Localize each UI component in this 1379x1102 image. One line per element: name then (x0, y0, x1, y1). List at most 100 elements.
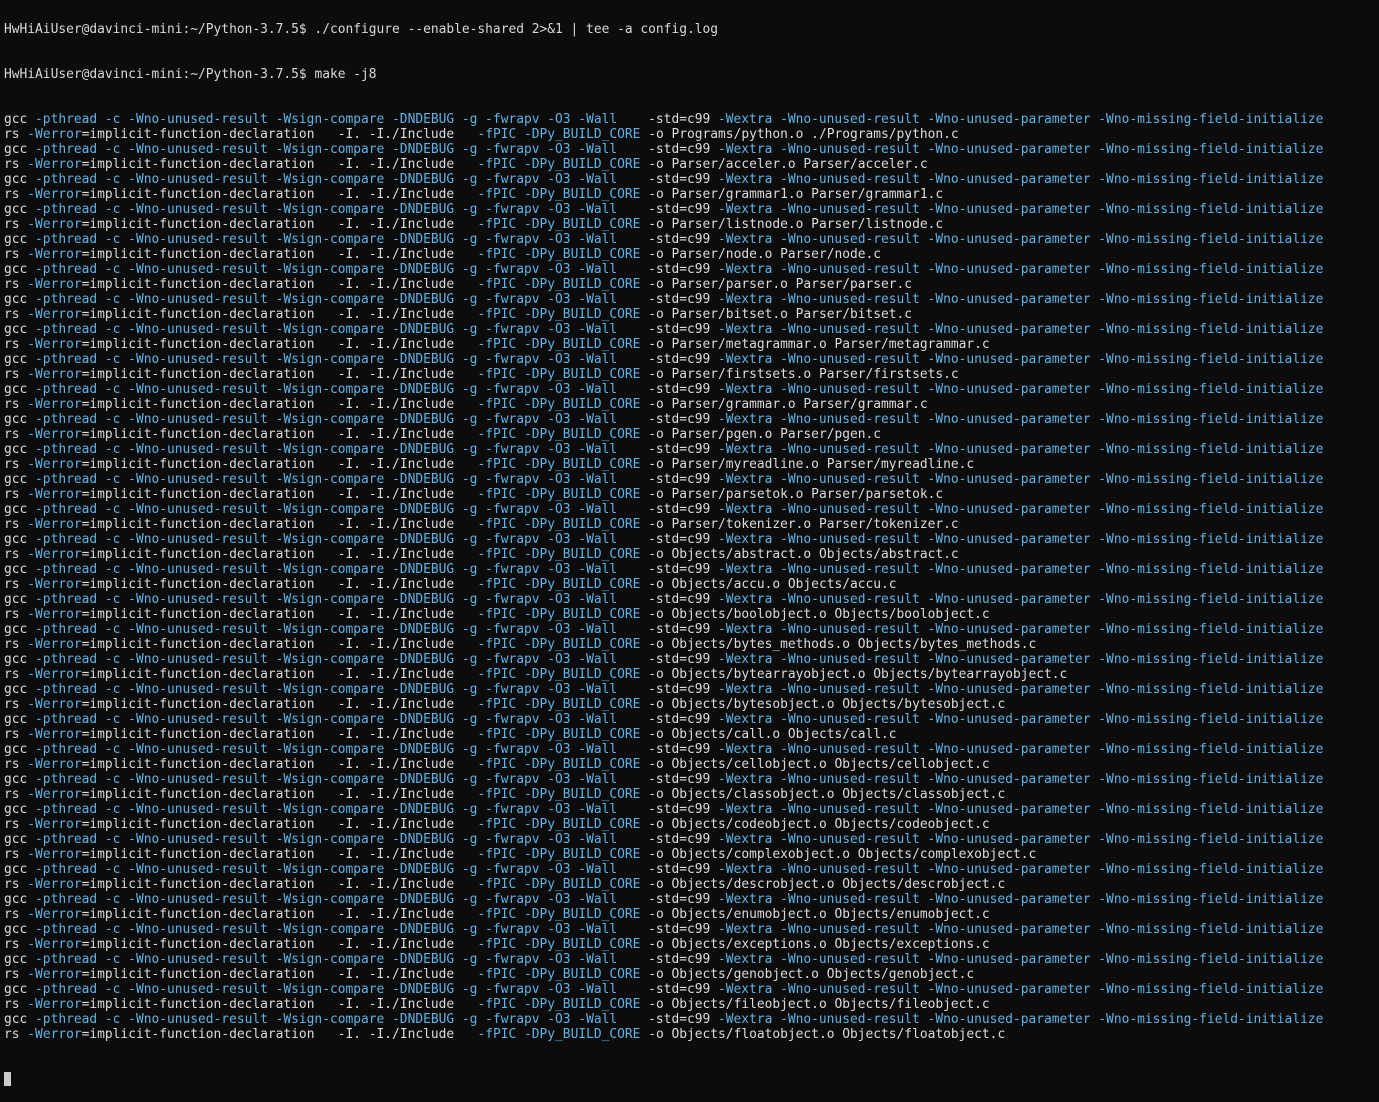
compiler-flags: -Werror (27, 367, 82, 382)
compiler-flags: -Wextra -Wno-unused-result -Wno-unused-p… (718, 442, 1324, 457)
compiler-text: gcc (4, 832, 36, 847)
compiler-text: -std=c99 (648, 472, 719, 487)
gcc-command-line: gcc -pthread -c -Wno-unused-result -Wsig… (4, 892, 1379, 907)
compiler-flags: -Wextra -Wno-unused-result -Wno-unused-p… (718, 772, 1324, 787)
terminal-window[interactable]: HwHiAiUser@davinci-mini:~/Python-3.7.5$ … (4, 0, 1379, 1102)
compiler-text: -std=c99 (648, 952, 719, 967)
compiler-text: -o (648, 937, 672, 952)
gcc-command-continuation: rs -Werror=implicit-function-declaration… (4, 667, 1379, 682)
compile-target: Parser/parser.o Parser/parser.c (671, 277, 913, 292)
compiler-flags: -pthread -c -Wno-unused-result -Wsign-co… (35, 1012, 649, 1027)
compiler-text: =implicit-function-declaration -I. -I./I… (81, 727, 478, 742)
gcc-command-line: gcc -pthread -c -Wno-unused-result -Wsig… (4, 772, 1379, 787)
gcc-command-continuation: rs -Werror=implicit-function-declaration… (4, 607, 1379, 622)
compiler-text: =implicit-function-declaration -I. -I./I… (81, 307, 478, 322)
compile-target: Parser/myreadline.o Parser/myreadline.c (671, 457, 975, 472)
compiler-flags: -Werror (27, 757, 82, 772)
compiler-text: =implicit-function-declaration -I. -I./I… (81, 877, 478, 892)
gcc-command-line: gcc -pthread -c -Wno-unused-result -Wsig… (4, 622, 1379, 637)
compiler-text: rs (4, 667, 28, 682)
compiler-text: -std=c99 (648, 862, 719, 877)
compiler-flags: -pthread -c -Wno-unused-result -Wsign-co… (35, 562, 649, 577)
compiler-text: rs (4, 967, 28, 982)
compiler-flags: -pthread -c -Wno-unused-result -Wsign-co… (35, 322, 649, 337)
compile-target: Objects/genobject.o Objects/genobject.c (671, 967, 975, 982)
compiler-text: -std=c99 (648, 802, 719, 817)
gcc-command-line: gcc -pthread -c -Wno-unused-result -Wsig… (4, 502, 1379, 517)
compiler-flags: -Werror (27, 307, 82, 322)
compiler-text: gcc (4, 892, 36, 907)
compiler-text: =implicit-function-declaration -I. -I./I… (81, 187, 478, 202)
compiler-flags: -pthread -c -Wno-unused-result -Wsign-co… (35, 982, 649, 997)
compiler-text: -o (648, 967, 672, 982)
compiler-flags: -pthread -c -Wno-unused-result -Wsign-co… (35, 412, 649, 427)
compiler-flags: -Wextra -Wno-unused-result -Wno-unused-p… (718, 682, 1324, 697)
compiler-flags: -Werror (27, 607, 82, 622)
compiler-text: rs (4, 487, 28, 502)
compiler-flags: -Wextra -Wno-unused-result -Wno-unused-p… (718, 502, 1324, 517)
compiler-flags: -fPIC -DPy_BUILD_CORE (477, 787, 649, 802)
compiler-text: gcc (4, 952, 36, 967)
compiler-text: rs (4, 607, 28, 622)
compiler-text: -o (648, 727, 672, 742)
compile-target: Parser/acceler.o Parser/acceler.c (671, 157, 928, 172)
compiler-text: rs (4, 757, 28, 772)
gcc-command-line: gcc -pthread -c -Wno-unused-result -Wsig… (4, 1012, 1379, 1027)
compiler-text: -o (648, 307, 672, 322)
compiler-flags: -Wextra -Wno-unused-result -Wno-unused-p… (718, 232, 1324, 247)
compiler-flags: -pthread -c -Wno-unused-result -Wsign-co… (35, 742, 649, 757)
compiler-text: -std=c99 (648, 712, 719, 727)
gcc-command-continuation: rs -Werror=implicit-function-declaration… (4, 307, 1379, 322)
compiler-text: rs (4, 637, 28, 652)
gcc-command-continuation: rs -Werror=implicit-function-declaration… (4, 427, 1379, 442)
compiler-flags: -Werror (27, 517, 82, 532)
compiler-text: -o (648, 157, 672, 172)
compiler-text: =implicit-function-declaration -I. -I./I… (81, 217, 478, 232)
compiler-flags: -Wextra -Wno-unused-result -Wno-unused-p… (718, 622, 1324, 637)
compiler-text: -std=c99 (648, 742, 719, 757)
compiler-flags: -Wextra -Wno-unused-result -Wno-unused-p… (718, 832, 1324, 847)
compiler-text: -std=c99 (648, 1012, 719, 1027)
gcc-command-line: gcc -pthread -c -Wno-unused-result -Wsig… (4, 112, 1379, 127)
compiler-text: gcc (4, 982, 36, 997)
compiler-text: -std=c99 (648, 562, 719, 577)
compiler-text: -std=c99 (648, 502, 719, 517)
compiler-text: -o (648, 427, 672, 442)
compiler-text: rs (4, 937, 28, 952)
compiler-flags: -pthread -c -Wno-unused-result -Wsign-co… (35, 952, 649, 967)
compiler-flags: -Werror (27, 877, 82, 892)
compiler-flags: -pthread -c -Wno-unused-result -Wsign-co… (35, 862, 649, 877)
compiler-text: -std=c99 (648, 202, 719, 217)
compiler-flags: -Wextra -Wno-unused-result -Wno-unused-p… (718, 472, 1324, 487)
compile-target: Objects/bytes_methods.o Objects/bytes_me… (671, 637, 1037, 652)
gcc-command-continuation: rs -Werror=implicit-function-declaration… (4, 1027, 1379, 1042)
compiler-text: -o (648, 667, 672, 682)
compiler-flags: -Wextra -Wno-unused-result -Wno-unused-p… (718, 262, 1324, 277)
compiler-text: =implicit-function-declaration -I. -I./I… (81, 607, 478, 622)
compiler-text: -o (648, 607, 672, 622)
compiler-flags: -Wextra -Wno-unused-result -Wno-unused-p… (718, 742, 1324, 757)
compiler-flags: -Werror (27, 727, 82, 742)
compiler-text: gcc (4, 262, 36, 277)
compiler-flags: -Wextra -Wno-unused-result -Wno-unused-p… (718, 172, 1324, 187)
compiler-text: gcc (4, 472, 36, 487)
gcc-command-continuation: rs -Werror=implicit-function-declaration… (4, 157, 1379, 172)
compiler-text: -o (648, 547, 672, 562)
compiler-text: rs (4, 997, 28, 1012)
compiler-flags: -Werror (27, 247, 82, 262)
compiler-text: rs (4, 547, 28, 562)
compiler-flags: -fPIC -DPy_BUILD_CORE (477, 487, 649, 502)
compiler-text: -std=c99 (648, 172, 719, 187)
compiler-text: -o (648, 487, 672, 502)
gcc-command-continuation: rs -Werror=implicit-function-declaration… (4, 877, 1379, 892)
gcc-command-continuation: rs -Werror=implicit-function-declaration… (4, 817, 1379, 832)
compiler-text: rs (4, 217, 28, 232)
compiler-flags: -Werror (27, 337, 82, 352)
compiler-flags: -fPIC -DPy_BUILD_CORE (477, 1027, 649, 1042)
compiler-flags: -fPIC -DPy_BUILD_CORE (477, 217, 649, 232)
gcc-command-line: gcc -pthread -c -Wno-unused-result -Wsig… (4, 922, 1379, 937)
shell-prompt: HwHiAiUser@davinci-mini:~/Python-3.7.5$ (4, 67, 315, 82)
compiler-text: -std=c99 (648, 322, 719, 337)
compiler-flags: -fPIC -DPy_BUILD_CORE (477, 337, 649, 352)
compile-target: Objects/complexobject.o Objects/complexo… (671, 847, 1037, 862)
